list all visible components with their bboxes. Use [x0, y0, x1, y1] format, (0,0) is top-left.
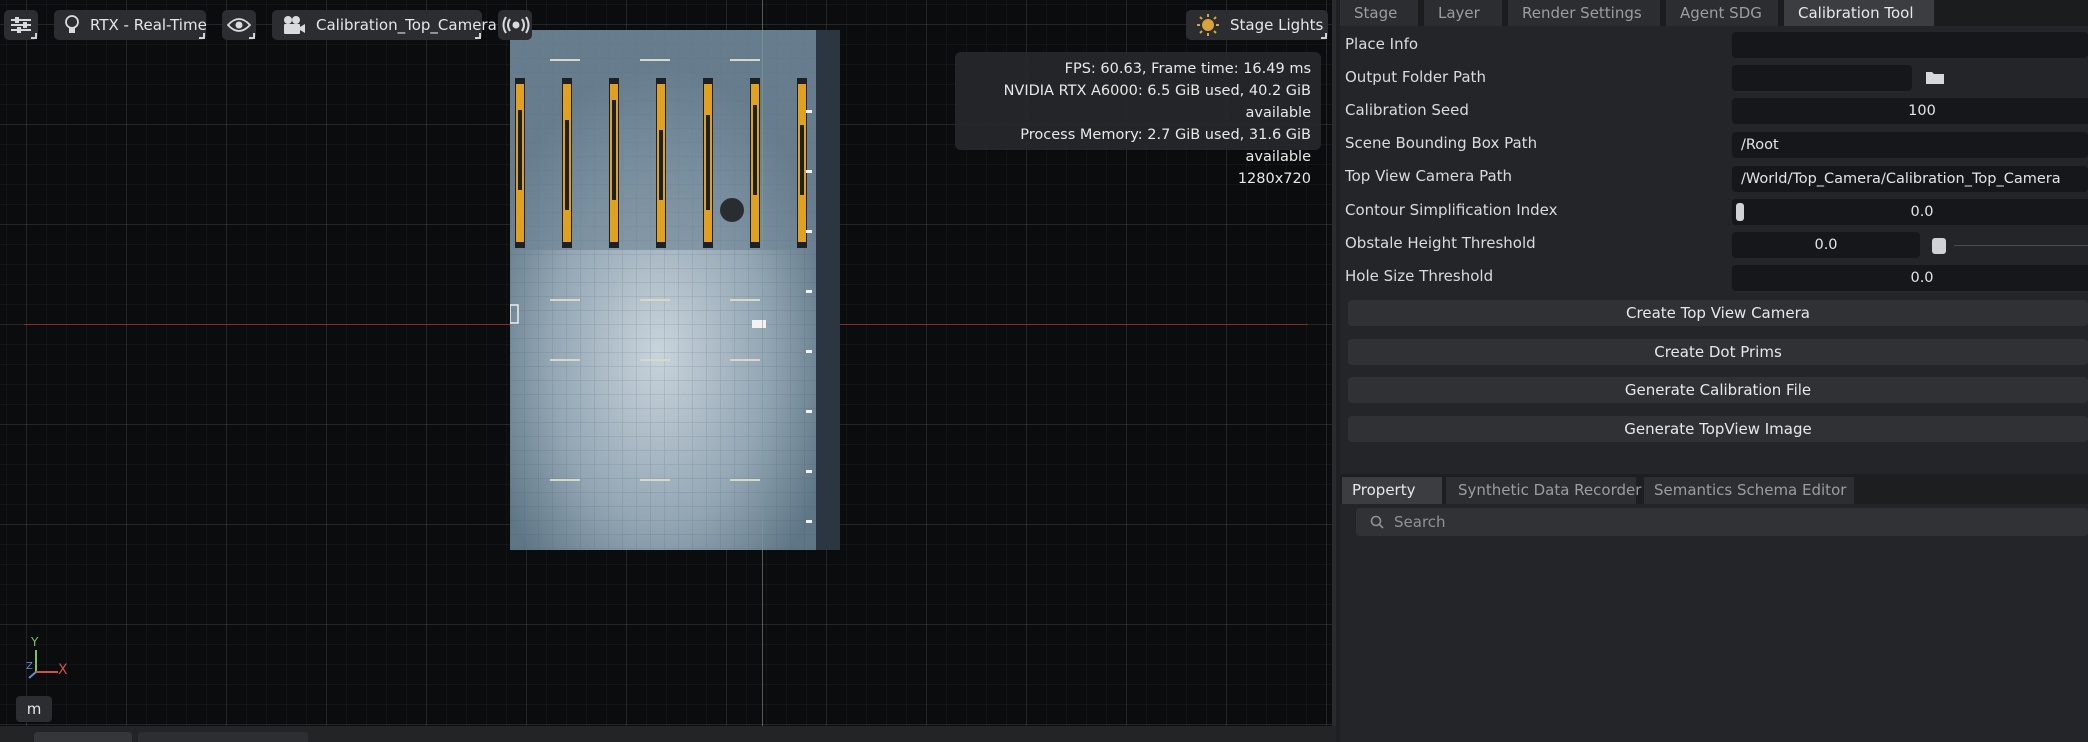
warehouse-top-view: [510, 30, 840, 550]
bbox-path-field[interactable]: /Root: [1732, 132, 2088, 158]
renderer-label: RTX - Real-Time: [90, 16, 207, 34]
tab-property[interactable]: Property: [1342, 477, 1442, 504]
menu-corner-indicator: [475, 33, 481, 39]
property-search-input[interactable]: Search: [1356, 508, 2088, 536]
tab-synthetic-data-recorder[interactable]: Synthetic Data Recorder: [1446, 477, 1641, 504]
camera-path-row: Top View Camera Path /World/Top_Camera/C…: [1340, 162, 2088, 192]
create-dot-prims-button[interactable]: Create Dot Prims: [1348, 339, 2088, 365]
panel-tabs: Stage Layer Render Settings Agent SDG Ca…: [1340, 0, 2088, 26]
stage-lights-button[interactable]: Stage Lights: [1186, 10, 1328, 40]
broadcast-icon: [502, 16, 530, 34]
tab-stage[interactable]: Stage: [1340, 0, 1418, 26]
gizmo-y-label: Y: [31, 635, 39, 649]
eye-icon: [227, 17, 251, 33]
lower-panel-tabs: Property Synthetic Data Recorder Semanti…: [1340, 474, 2088, 504]
viewport[interactable]: RTX - Real-Time Calibration_Top_Camera S…: [0, 0, 1336, 726]
renderer-menu-button[interactable]: RTX - Real-Time: [54, 10, 207, 40]
gizmo-x-label: X: [58, 662, 68, 678]
search-placeholder: Search: [1394, 513, 1446, 531]
tab-semantics-schema-editor[interactable]: Semantics Schema Editor: [1644, 477, 1854, 504]
output-folder-field[interactable]: [1732, 65, 1912, 91]
obstacle-slider-track[interactable]: [1954, 245, 2088, 246]
calibration-seed-row: Calibration Seed 100: [1340, 96, 2088, 126]
tab-layer[interactable]: Layer: [1424, 0, 1502, 26]
contour-index-slider[interactable]: 0.0: [1732, 199, 2088, 225]
gpu-memory-line: NVIDIA RTX A6000: 6.5 GiB used, 40.2 GiB…: [1003, 83, 1311, 121]
obstacle-height-row: Obstale Height Threshold 0.0: [1340, 229, 2088, 259]
lightbulb-icon: [64, 15, 80, 35]
obstacle-height-label: Obstale Height Threshold: [1345, 234, 1536, 252]
hole-size-row: Hole Size Threshold 0.0: [1340, 262, 2088, 292]
place-info-row: Place Info: [1340, 30, 2088, 60]
generate-topview-image-button[interactable]: Generate TopView Image: [1348, 416, 2088, 442]
obstacle-slider-handle[interactable]: [1932, 238, 1946, 254]
process-memory-line: Process Memory: 2.7 GiB used, 31.6 GiB a…: [1020, 127, 1311, 165]
calibration-seed-field[interactable]: 100: [1732, 98, 2088, 124]
calibration-seed-label: Calibration Seed: [1345, 101, 1469, 119]
menu-corner-indicator: [31, 33, 37, 39]
menu-corner-indicator: [249, 33, 255, 39]
dock-tab[interactable]: [138, 732, 308, 742]
bbox-path-row: Scene Bounding Box Path /Root: [1340, 129, 2088, 159]
fps-line: FPS: 60.63, Frame time: 16.49 ms: [1064, 61, 1311, 77]
generate-calibration-file-button[interactable]: Generate Calibration File: [1348, 377, 2088, 403]
search-icon: [1370, 515, 1384, 529]
camera-icon: [282, 15, 306, 35]
tab-calibration-tool[interactable]: Calibration Tool: [1784, 0, 1934, 26]
output-folder-row: Output Folder Path: [1340, 63, 2088, 93]
axis-gizmo: Y X Z: [26, 635, 76, 680]
output-folder-label: Output Folder Path: [1345, 68, 1486, 86]
properties-panel: Stage Layer Render Settings Agent SDG Ca…: [1340, 0, 2088, 742]
place-info-field[interactable]: [1732, 32, 2088, 58]
visibility-menu-button[interactable]: [222, 10, 256, 40]
gizmo-z-label: Z: [26, 661, 33, 672]
bottom-dock-strip: [0, 726, 1336, 742]
hole-size-label: Hole Size Threshold: [1345, 267, 1494, 285]
contour-index-label: Contour Simplification Index: [1345, 201, 1558, 219]
settings-button[interactable]: [4, 10, 38, 40]
broadcast-button[interactable]: [498, 10, 532, 40]
menu-corner-indicator: [199, 33, 205, 39]
hole-size-field[interactable]: 0.0: [1732, 265, 2088, 291]
tab-agent-sdg[interactable]: Agent SDG: [1666, 0, 1778, 26]
contour-index-row: Contour Simplification Index 0.0: [1340, 196, 2088, 226]
resolution-line: 1280x720: [1237, 171, 1311, 187]
dock-tab[interactable]: [34, 732, 132, 742]
tab-render-settings[interactable]: Render Settings: [1508, 0, 1660, 26]
camera-path-label: Top View Camera Path: [1345, 167, 1513, 185]
y-axis-line: [762, 0, 763, 726]
bbox-path-label: Scene Bounding Box Path: [1345, 134, 1538, 152]
stage-lights-label: Stage Lights: [1230, 16, 1324, 34]
sliders-icon: [10, 16, 32, 34]
sun-icon: [1196, 13, 1220, 37]
place-info-label: Place Info: [1345, 35, 1419, 53]
folder-icon[interactable]: [1926, 70, 1944, 84]
performance-stats: FPS: 60.63, Frame time: 16.49 ms NVIDIA …: [955, 52, 1321, 187]
create-top-view-camera-button[interactable]: Create Top View Camera: [1348, 300, 2088, 326]
contour-slider-handle[interactable]: [1736, 203, 1744, 221]
camera-path-field[interactable]: /World/Top_Camera/Calibration_Top_Camera: [1732, 166, 2088, 192]
camera-label: Calibration_Top_Camera: [316, 16, 497, 34]
camera-menu-button[interactable]: Calibration_Top_Camera: [272, 10, 497, 40]
menu-corner-indicator: [1321, 33, 1327, 39]
obstacle-height-field[interactable]: 0.0: [1732, 232, 1920, 258]
measure-button[interactable]: m: [16, 696, 52, 722]
